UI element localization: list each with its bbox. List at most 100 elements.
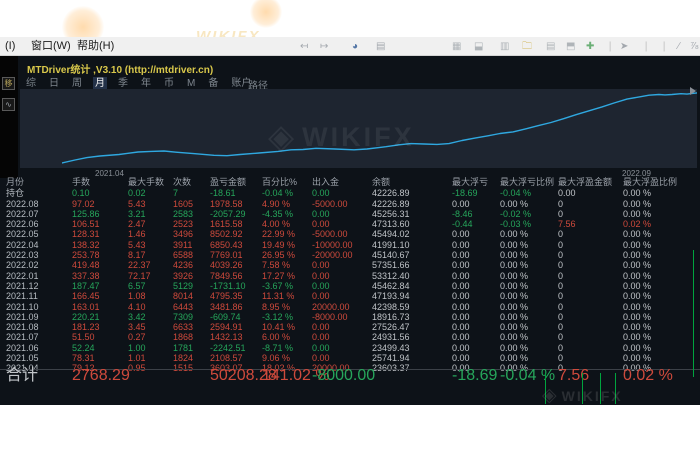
value-cell: -8.46 [452, 209, 500, 219]
chart-cursor-arrow-icon[interactable] [690, 87, 696, 95]
table-row[interactable]: 持仓0.100.027-18.61-0.04 %0.0042226.89-18.… [0, 188, 700, 198]
value-cell: 1432.13 [210, 332, 262, 342]
value-cell: 0.00 % [500, 271, 558, 281]
value-cell: 138.32 [72, 240, 128, 250]
menu-item[interactable]: 帮助(H) [74, 39, 117, 54]
watermark-logo-icon: ◈ [268, 117, 294, 157]
value-cell: -1731.10 [210, 281, 262, 291]
value-cell: 0 [558, 353, 623, 363]
total-data-row[interactable]: 合计2768.2950208.28141.02 %-8000.00-18.69-… [0, 371, 700, 381]
fraction-icon[interactable]: ⅞ [690, 39, 698, 54]
list-icon[interactable]: ▥ [500, 39, 509, 54]
table-row[interactable]: 2021.0652.241.001781-2242.51-8.71 %0.002… [0, 343, 700, 353]
panel-icon[interactable]: ▤ [546, 39, 555, 54]
table-row[interactable]: 2022.03253.788.1765887769.0126.95 %-2000… [0, 250, 700, 260]
value-cell: 0 [558, 302, 623, 312]
column-header: 最大浮盈比例 [623, 177, 700, 187]
separator-icon[interactable]: ❘ [642, 39, 650, 54]
add-icon[interactable]: ✚ [586, 39, 594, 54]
column-header: 最大浮亏 [452, 177, 500, 187]
value-cell: 0.00 % [623, 188, 700, 198]
value-cell: 0 [558, 250, 623, 260]
value-cell: 42226.89 [372, 199, 452, 209]
value-cell: 0.00 [312, 281, 372, 291]
value-cell: 2.47 [128, 219, 173, 229]
separator-icon[interactable]: ❘ [660, 39, 668, 54]
value-cell: -18.61 [210, 188, 262, 198]
month-cell: 2021.10 [6, 302, 72, 312]
table-row[interactable]: 2022.06106.512.4725231615.584.00 %0.0047… [0, 219, 700, 229]
table-row[interactable]: 2021.11166.451.0880144795.3511.31 %0.004… [0, 291, 700, 301]
value-cell: 0.00 % [623, 229, 700, 239]
table-row[interactable]: 2021.08181.233.4566332594.9110.41 %0.002… [0, 322, 700, 332]
value-cell: 1.00 [128, 343, 173, 353]
value-cell: 0.00 [312, 219, 372, 229]
value-cell: 9.06 % [262, 353, 312, 363]
value-cell: 5129 [173, 281, 210, 291]
month-cell: 2021.09 [6, 312, 72, 322]
value-cell: 50208.28 [210, 371, 262, 381]
table-row[interactable]: 2022.01337.3872.1739267849.5617.27 %0.00… [0, 271, 700, 281]
table-row[interactable]: 2022.05128.311.4634968502.9222.99 %-5000… [0, 229, 700, 239]
value-cell: 8502.92 [210, 229, 262, 239]
month-cell: 2022.01 [6, 271, 72, 281]
table-row[interactable]: 2022.02419.4822.3742364039.267.58 %0.005… [0, 260, 700, 270]
value-cell: 0.00 [452, 229, 500, 239]
value-cell: 2768.29 [72, 371, 128, 381]
column-header: 最大浮亏比例 [500, 177, 558, 187]
value-cell: 0.00 % [500, 322, 558, 332]
value-cell: 0.00 [452, 322, 500, 332]
menu-item[interactable]: (I) [2, 39, 18, 54]
value-cell: 337.38 [72, 271, 128, 281]
table-row[interactable]: 2021.0578.311.0118242108.579.06 %0.00257… [0, 353, 700, 363]
value-cell: 47313.60 [372, 219, 452, 229]
arrow-right-icon[interactable]: ↦ [320, 39, 328, 54]
value-cell: 1.46 [128, 229, 173, 239]
grid-icon[interactable]: ▦ [452, 39, 461, 54]
value-cell: 0 [558, 240, 623, 250]
value-cell: 18916.73 [372, 312, 452, 322]
value-cell: 166.45 [72, 291, 128, 301]
total-row: 合计2768.2950208.28141.02 %-8000.00-18.69-… [0, 371, 700, 381]
value-cell: 52.24 [72, 343, 128, 353]
watermark-logo-blur [250, 0, 282, 28]
table-row[interactable]: 2022.0897.025.4316051978.584.90 %-5000.0… [0, 199, 700, 209]
os-menu-bar: (I) 窗口(W)帮助(H) ↤ ↦ ◕ ▤ ▦ ⬓ ▥ 🗀 ▤ ⬒ ✚ ❘ ➤ ❘ ❘ ∕ ⅞ [0, 37, 700, 56]
value-cell: 7.56 [558, 219, 623, 229]
folder-icon[interactable]: 🗀 [522, 39, 532, 54]
value-cell: 4236 [173, 260, 210, 270]
line-tool-icon[interactable]: ∕ [678, 39, 680, 54]
table-row[interactable]: 2021.12187.476.575129-1731.10-3.67 %0.00… [0, 281, 700, 291]
table-row[interactable]: 2021.09220.213.427309-609.74-3.12 %-8000… [0, 312, 700, 322]
wave-tool-icon[interactable]: ∿ [2, 98, 15, 111]
value-cell: 125.86 [72, 209, 128, 219]
table-row[interactable]: 2021.10163.014.1064433481.868.95 %20000.… [0, 302, 700, 312]
chart-icon[interactable]: ◕ [352, 39, 358, 54]
value-cell: 0.02 % [623, 219, 700, 229]
table-row[interactable]: 2022.07125.863.212583-2057.29-4.35 %0.00… [0, 209, 700, 219]
menu-item[interactable]: 窗口(W) [28, 39, 74, 54]
layout-icon[interactable]: ⬒ [566, 39, 575, 54]
move-tool-icon[interactable]: 移 [2, 77, 15, 90]
value-cell: 8014 [173, 291, 210, 301]
table-row[interactable]: 2021.0751.500.2718681432.136.00 %0.00249… [0, 332, 700, 342]
value-cell: -5000.00 [312, 199, 372, 209]
value-cell: 6.57 [128, 281, 173, 291]
value-cell: 0.00 % [623, 312, 700, 322]
value-cell: 26.95 % [262, 250, 312, 260]
table-row[interactable]: 2022.04138.325.4339116850.4319.49 %-1000… [0, 240, 700, 250]
value-cell: 6443 [173, 302, 210, 312]
column-header: 次数 [173, 177, 210, 187]
document-icon[interactable]: ▤ [376, 39, 385, 54]
arrow-left-icon[interactable]: ↤ [300, 39, 308, 54]
value-cell: 0.00 [452, 240, 500, 250]
value-cell: 6633 [173, 322, 210, 332]
value-cell: 0.00 [312, 353, 372, 363]
value-cell: 7309 [173, 312, 210, 322]
window-icon[interactable]: ⬓ [474, 39, 483, 54]
cursor-icon[interactable]: ➤ [620, 39, 628, 54]
separator-icon[interactable]: ❘ [606, 39, 614, 54]
value-cell: 1605 [173, 199, 210, 209]
green-marker-line [693, 250, 694, 377]
value-cell: 128.31 [72, 229, 128, 239]
